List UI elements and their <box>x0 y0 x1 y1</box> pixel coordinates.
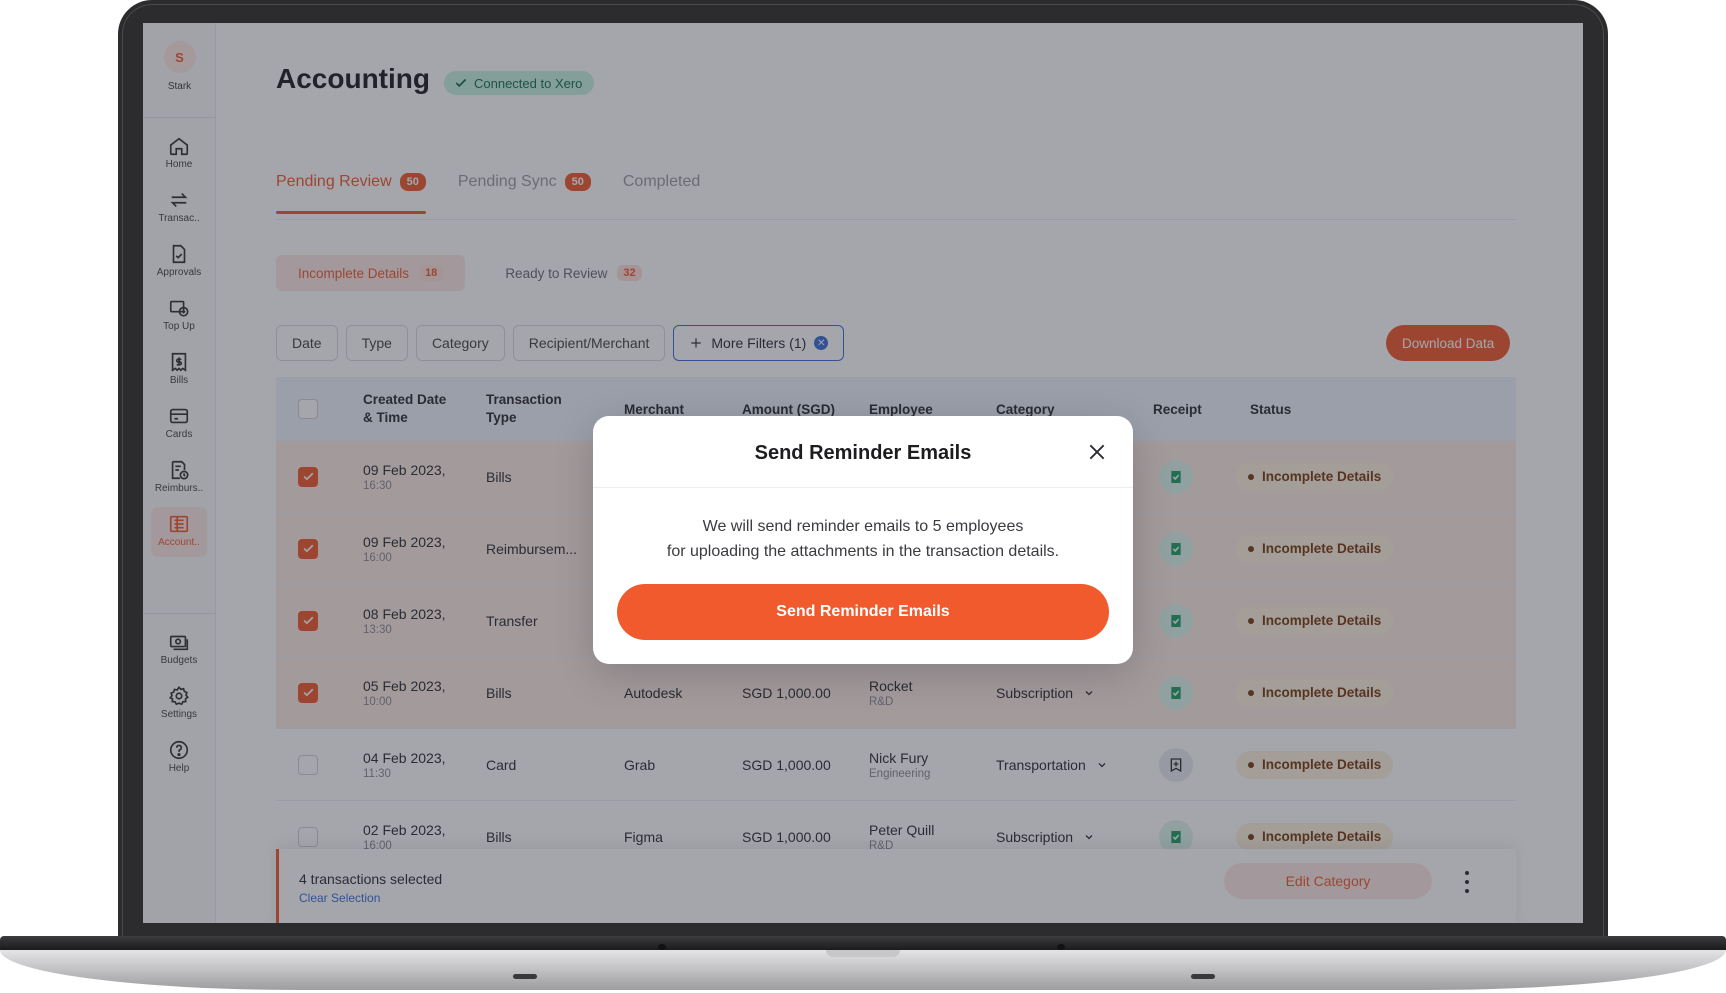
laptop-base <box>0 936 1726 993</box>
modal-body: We will send reminder emails to 5 employ… <box>593 488 1133 564</box>
screen: S Stark Home Transac.. Approvals Top Up … <box>143 23 1583 923</box>
modal-body-line: for uploading the attachments in the tra… <box>666 543 1060 560</box>
modal-header: Send Reminder Emails <box>593 416 1133 488</box>
modal-body-line: We will send reminder emails to 5 employ… <box>702 518 1024 535</box>
modal-title: Send Reminder Emails <box>754 442 972 464</box>
close-icon[interactable] <box>1087 442 1107 462</box>
send-reminder-emails-button[interactable]: Send Reminder Emails <box>617 584 1109 640</box>
send-reminder-modal: Send Reminder Emails We will send remind… <box>593 416 1133 664</box>
